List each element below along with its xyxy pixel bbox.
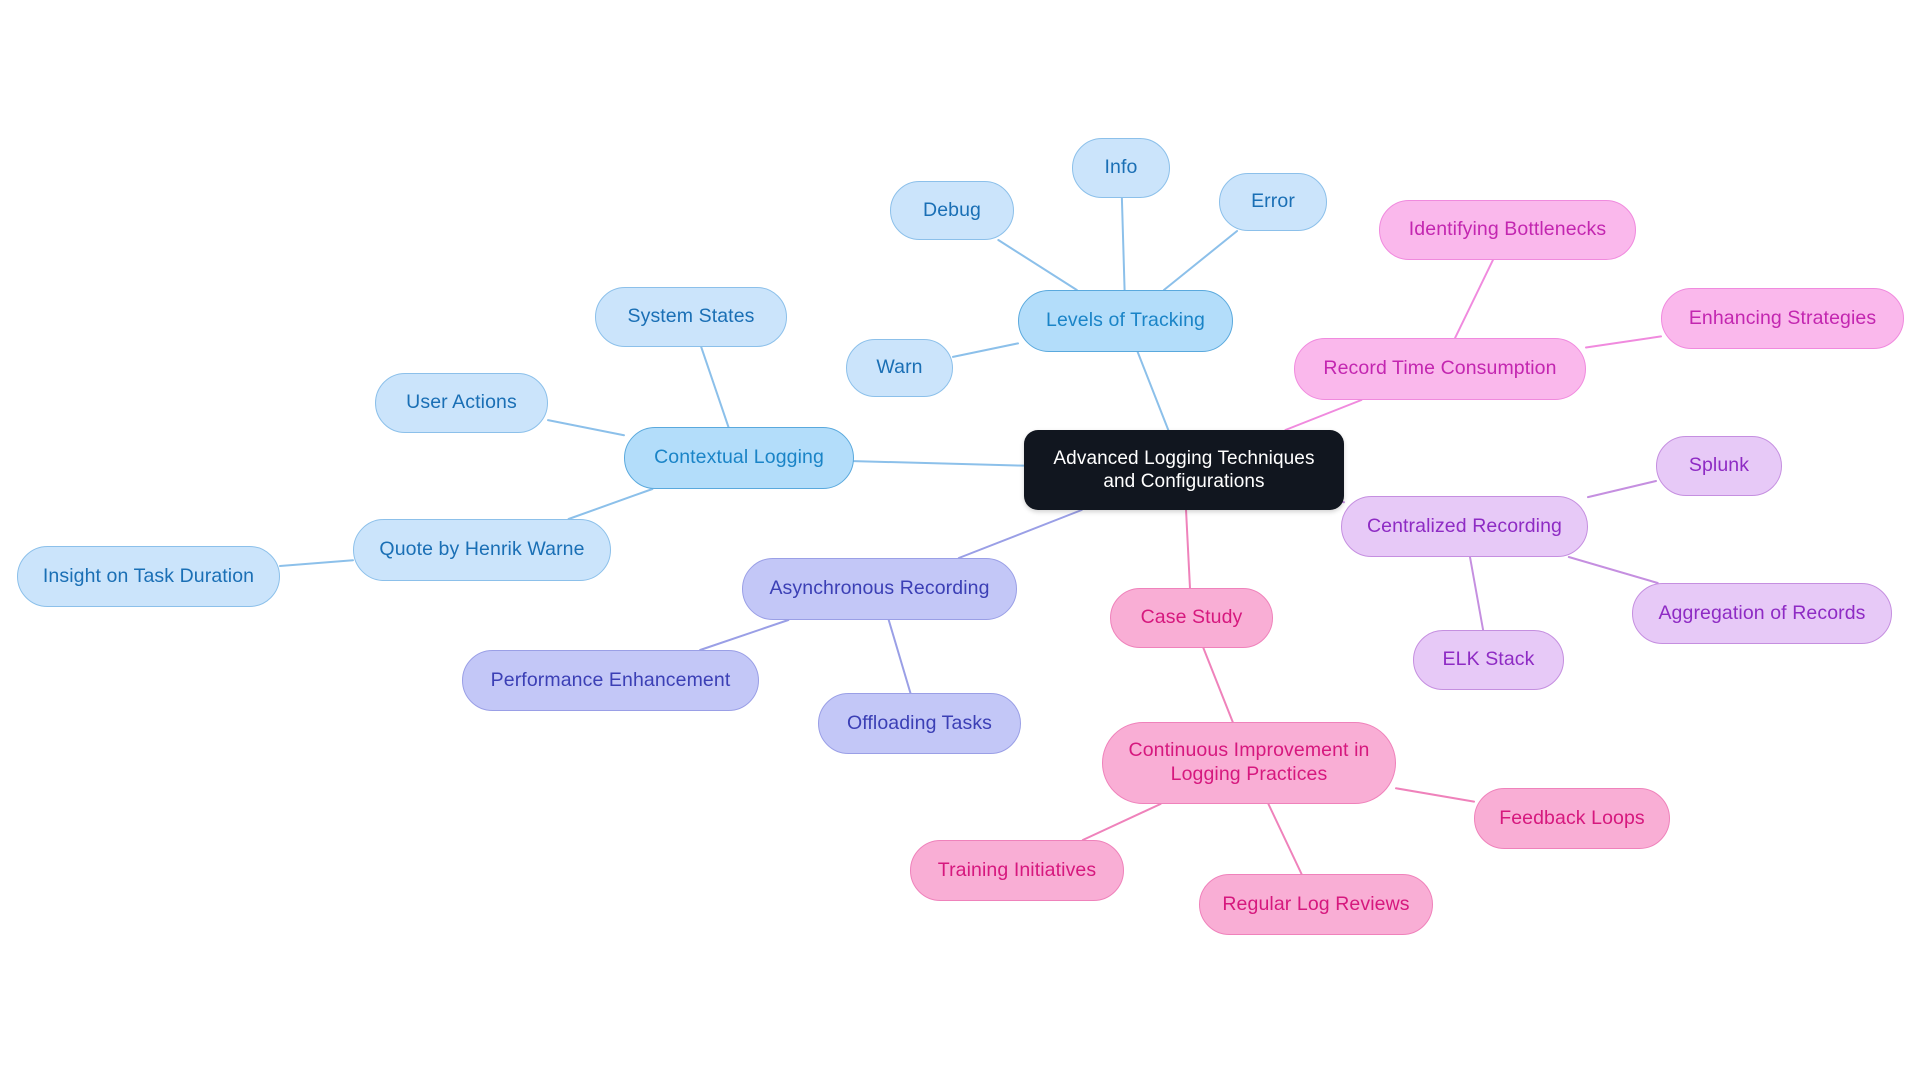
mindmap-edge-case-to-cont xyxy=(1202,647,1234,723)
mindmap-edge-root-to-case xyxy=(1185,509,1191,589)
mindmap-node-debug[interactable]: Debug xyxy=(890,181,1014,240)
mindmap-edge-ctx-to-quote xyxy=(567,488,654,520)
mindmap-edge-root-to-ctx xyxy=(853,460,1025,467)
edge-layer xyxy=(279,197,1662,875)
mindmap-node-useract[interactable]: User Actions xyxy=(375,373,548,433)
mindmap-node-root[interactable]: Advanced Logging Techniques and Configur… xyxy=(1024,430,1344,510)
mindmap-edge-central-to-splunk xyxy=(1587,479,1657,499)
mindmap-node-offload[interactable]: Offloading Tasks xyxy=(818,693,1021,754)
mindmap-node-insight[interactable]: Insight on Task Duration xyxy=(17,546,280,607)
mindmap-node-warn[interactable]: Warn xyxy=(846,339,953,397)
mindmap-edge-cont-to-review xyxy=(1267,803,1303,875)
mindmap-edge-levels-to-warn xyxy=(952,342,1019,358)
mindmap-canvas: Advanced Logging Techniques and Configur… xyxy=(0,0,1920,1083)
mindmap-node-rtc[interactable]: Record Time Consumption xyxy=(1294,338,1586,400)
mindmap-node-train[interactable]: Training Initiatives xyxy=(910,840,1124,901)
mindmap-edge-levels-to-error xyxy=(1162,230,1239,291)
mindmap-node-aggr[interactable]: Aggregation of Records xyxy=(1632,583,1892,644)
mindmap-node-central[interactable]: Centralized Recording xyxy=(1341,496,1588,557)
mindmap-edge-levels-to-info xyxy=(1120,197,1126,291)
mindmap-node-levels[interactable]: Levels of Tracking xyxy=(1018,290,1233,352)
mindmap-node-async[interactable]: Asynchronous Recording xyxy=(742,558,1017,620)
mindmap-edge-rtc-to-enhance xyxy=(1585,335,1662,349)
mindmap-node-quote[interactable]: Quote by Henrik Warne xyxy=(353,519,611,581)
mindmap-edge-root-to-levels xyxy=(1136,351,1170,431)
mindmap-edge-root-to-rtc xyxy=(1284,399,1363,431)
mindmap-edge-async-to-offload xyxy=(887,619,912,694)
mindmap-node-elk[interactable]: ELK Stack xyxy=(1413,630,1564,690)
mindmap-node-sysst[interactable]: System States xyxy=(595,287,787,347)
mindmap-edge-central-to-aggr xyxy=(1567,556,1659,584)
mindmap-node-perf[interactable]: Performance Enhancement xyxy=(462,650,759,711)
mindmap-edge-cont-to-feed xyxy=(1395,787,1475,803)
mindmap-edge-root-to-async xyxy=(957,509,1083,559)
mindmap-edge-async-to-perf xyxy=(699,619,790,651)
mindmap-edge-levels-to-debug xyxy=(997,239,1078,291)
mindmap-node-review[interactable]: Regular Log Reviews xyxy=(1199,874,1433,935)
mindmap-edge-cont-to-train xyxy=(1081,803,1162,841)
mindmap-node-bottle[interactable]: Identifying Bottlenecks xyxy=(1379,200,1636,260)
mindmap-edge-central-to-elk xyxy=(1468,556,1485,631)
mindmap-edge-rtc-to-bottle xyxy=(1454,259,1494,339)
mindmap-edge-ctx-to-sysst xyxy=(700,346,730,428)
mindmap-node-ctx[interactable]: Contextual Logging xyxy=(624,427,854,489)
mindmap-edge-quote-to-insight xyxy=(279,559,354,568)
mindmap-node-info[interactable]: Info xyxy=(1072,138,1170,198)
mindmap-node-cont[interactable]: Continuous Improvement in Logging Practi… xyxy=(1102,722,1396,804)
mindmap-node-enhance[interactable]: Enhancing Strategies xyxy=(1661,288,1904,349)
mindmap-node-case[interactable]: Case Study xyxy=(1110,588,1273,648)
mindmap-node-feed[interactable]: Feedback Loops xyxy=(1474,788,1670,849)
mindmap-edge-ctx-to-useract xyxy=(547,419,625,437)
mindmap-node-splunk[interactable]: Splunk xyxy=(1656,436,1782,496)
mindmap-node-error[interactable]: Error xyxy=(1219,173,1327,231)
